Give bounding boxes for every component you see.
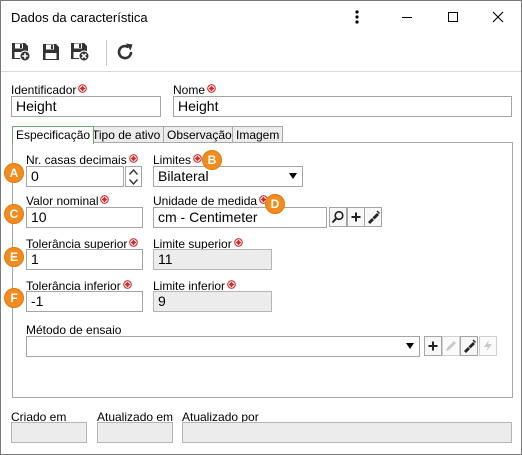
search-icon [331, 210, 344, 224]
close-button[interactable] [475, 1, 521, 33]
refresh-icon [117, 43, 133, 60]
metodo-clear-button[interactable] [460, 336, 478, 356]
unidade-input[interactable]: cm - Centimeter [153, 207, 327, 228]
required-icon [129, 238, 139, 247]
tab-observacao[interactable]: Observação [163, 126, 236, 143]
tol-inf-input[interactable]: -1 [26, 291, 143, 312]
lim-sup-field: 11 [153, 249, 272, 270]
save-close-button[interactable] [67, 39, 93, 65]
chevron-down-icon [289, 173, 297, 179]
minimize-icon [402, 17, 412, 18]
tab-especificacao[interactable]: Especificação [12, 126, 95, 144]
metodo-lightning-button[interactable] [479, 336, 497, 356]
nome-label: Nome [173, 83, 216, 97]
toolbar [1, 34, 521, 72]
tab-imagem[interactable]: Imagem [232, 126, 284, 143]
identificador-label: Identificador [11, 83, 88, 97]
marker-c: C [4, 204, 24, 224]
save-new-icon [12, 43, 31, 62]
required-icon [207, 84, 216, 93]
valor-nominal-input[interactable]: 10 [26, 207, 143, 228]
plus-icon [428, 341, 438, 351]
metodo-label: Método de ensaio [26, 323, 122, 337]
marker-e: E [4, 247, 24, 267]
unidade-clear-button[interactable] [364, 207, 382, 227]
title-bar: Dados da característica [1, 1, 521, 34]
required-icon [227, 280, 236, 289]
save-new-button[interactable] [8, 39, 34, 65]
maximize-button[interactable] [430, 1, 476, 33]
marker-b: B [202, 150, 222, 170]
metodo-add-button[interactable] [424, 336, 442, 356]
metodo-select[interactable] [26, 336, 420, 357]
close-icon [492, 11, 504, 23]
marker-f: F [4, 288, 24, 308]
limites-label: Limites [153, 153, 202, 167]
more-options-button[interactable] [334, 1, 380, 33]
identificador-input[interactable]: Height [11, 96, 161, 117]
nr-casas-input[interactable]: 0 [26, 166, 124, 187]
atualizado-em-field [97, 422, 173, 443]
required-icon [100, 195, 110, 204]
window-title: Dados da característica [11, 10, 148, 25]
required-icon [128, 154, 138, 163]
limites-select[interactable]: Bilateral [153, 166, 303, 187]
nome-input[interactable]: Height [173, 96, 512, 117]
toolbar-separator [106, 40, 107, 66]
eraser-icon [464, 339, 476, 353]
lim-inf-field: 9 [153, 291, 272, 312]
metodo-edit-button[interactable] [442, 336, 460, 356]
unidade-add-button[interactable] [347, 207, 365, 227]
minimize-button[interactable] [384, 1, 430, 33]
maximize-icon [448, 12, 458, 22]
nr-casas-stepper[interactable] [125, 166, 142, 187]
stepper-down-icon[interactable] [127, 177, 140, 186]
stepper-up-icon[interactable] [127, 167, 140, 176]
kebab-icon [355, 10, 359, 24]
nr-casas-label: Nr. casas decimais [26, 153, 138, 167]
limites-selected-value: Bilateral [158, 168, 209, 184]
criado-field [11, 422, 87, 443]
lightning-icon [484, 340, 492, 352]
chevron-down-icon [406, 343, 414, 349]
required-icon [233, 238, 243, 247]
unidade-search-button[interactable] [329, 207, 347, 227]
save-icon [43, 44, 59, 60]
valor-nominal-label: Valor nominal [26, 194, 110, 208]
eraser-icon [368, 210, 380, 224]
save-close-icon [71, 43, 90, 62]
atualizado-por-field [182, 422, 512, 443]
marker-a: A [4, 163, 24, 183]
plus-icon [351, 212, 361, 222]
unidade-label: Unidade de medida [153, 194, 268, 208]
required-icon [78, 84, 88, 93]
tol-sup-input[interactable]: 1 [26, 249, 143, 270]
refresh-button[interactable] [112, 39, 138, 65]
tab-tipo-de-ativo[interactable]: Tipo de ativo [88, 126, 165, 143]
required-icon [193, 154, 202, 163]
dialog-window: Dados da característica Identificador He… [0, 0, 522, 455]
marker-d: D [265, 194, 285, 214]
required-icon [122, 280, 132, 289]
pencil-icon [446, 341, 456, 351]
save-button[interactable] [38, 39, 64, 65]
